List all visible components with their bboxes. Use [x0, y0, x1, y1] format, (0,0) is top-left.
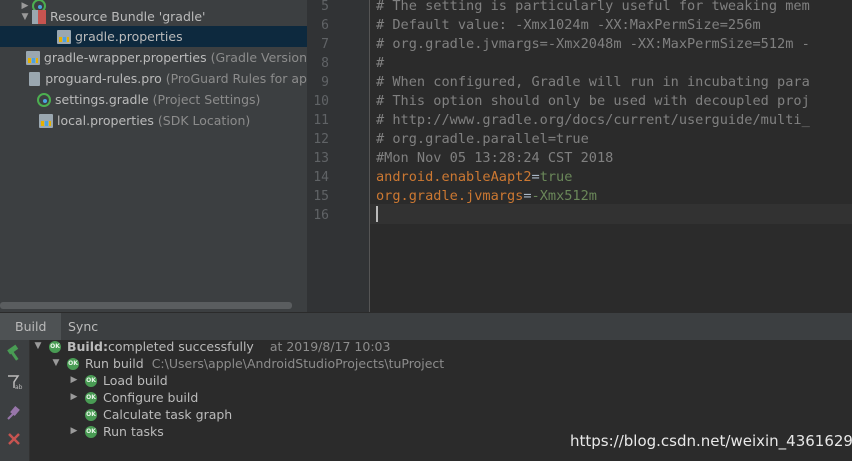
- svg-text:ab: ab: [15, 384, 23, 391]
- build-tree-row-run-tasks[interactable]: ▶ OK Run tasks: [67, 423, 164, 440]
- line-number: 5: [321, 0, 329, 14]
- build-status-label: Build:: [67, 339, 108, 354]
- line-number: 12: [313, 132, 329, 147]
- tree-item-label: settings.gradle: [55, 92, 149, 107]
- project-path: C:\Users\apple\AndroidStudioProjects\tuP…: [151, 356, 445, 371]
- code-line: # Default value: -Xmx1024m -XX:MaxPermSi…: [376, 17, 761, 33]
- build-status-text: completed successfully: [107, 339, 254, 354]
- close-icon[interactable]: [4, 430, 24, 450]
- success-icon: OK: [49, 340, 61, 353]
- build-step-label: Configure build: [103, 390, 199, 405]
- tree-item-label: proguard-rules.pro: [45, 71, 162, 86]
- current-line-highlight: [370, 204, 852, 224]
- chevron-right-icon[interactable]: ▶: [67, 372, 81, 389]
- tree-item-hint: (ProGuard Rules for ap: [165, 71, 307, 86]
- line-number: 7: [321, 37, 329, 52]
- watermark-text: https://blog.csdn.net/weixin_43616292: [570, 432, 852, 450]
- line-number: 11: [313, 113, 329, 128]
- property-value: -Xmx512m: [531, 188, 597, 204]
- build-tree-row-configure-build[interactable]: ▶ OK Configure build: [67, 389, 199, 406]
- build-timestamp: at 2019/8/17 10:03: [269, 339, 391, 354]
- hammer-icon[interactable]: [4, 344, 24, 364]
- build-tree-row-load-build[interactable]: ▶ OK Load build: [67, 372, 168, 389]
- success-icon: OK: [85, 408, 97, 421]
- pin-icon[interactable]: [4, 404, 24, 424]
- tree-item-resource-bundle[interactable]: ▼ Resource Bundle 'gradle': [0, 6, 307, 27]
- line-number: 10: [313, 94, 329, 109]
- tree-item-hint: (SDK Location): [157, 113, 251, 128]
- text-file-icon: [29, 71, 41, 86]
- property-key: android.enableAapt2: [376, 169, 532, 185]
- property-value: true: [539, 169, 573, 185]
- code-line-property: org.gradle.jvmargs=-Xmx512m: [376, 187, 597, 206]
- code-line: # When configured, Gradle will run in in…: [376, 74, 810, 90]
- build-step-label: Run build: [85, 356, 144, 371]
- project-tree-panel: ▶ ▼ Resource Bundle 'gradle' gradle.prop…: [0, 0, 307, 312]
- build-tree-row-build[interactable]: ▼ OK Build: completed successfully at 20…: [31, 338, 391, 355]
- tree-item-proguard-rules[interactable]: proguard-rules.pro (ProGuard Rules for a…: [0, 68, 307, 89]
- code-line: # org.gradle.jvmargs=-Xmx2048m -XX:MaxPe…: [376, 36, 810, 52]
- line-number: 16: [313, 208, 329, 223]
- property-key: org.gradle.jvmargs: [376, 188, 524, 204]
- build-tree-row-run-build[interactable]: ▼ OK Run build C:\Users\apple\AndroidStu…: [49, 355, 445, 372]
- success-icon: OK: [85, 391, 97, 404]
- tree-item-hint: (Gradle Version: [210, 50, 307, 65]
- text-caret: [376, 206, 378, 222]
- line-number: 8: [321, 56, 329, 71]
- tab-sync[interactable]: Sync: [53, 313, 113, 340]
- success-icon: OK: [67, 357, 79, 370]
- horizontal-scrollbar[interactable]: [0, 302, 292, 309]
- code-line: #Mon Nov 05 13:28:24 CST 2018: [376, 150, 614, 166]
- chevron-down-icon[interactable]: ▼: [31, 338, 45, 355]
- chevron-right-icon[interactable]: ▶: [67, 423, 81, 440]
- properties-file-icon: [25, 50, 40, 65]
- chevron-down-icon[interactable]: ▼: [18, 12, 32, 22]
- tree-item-hint: (Project Settings): [152, 92, 261, 107]
- tree-item-label: Resource Bundle 'gradle': [50, 9, 206, 24]
- code-line: #: [376, 55, 385, 71]
- property-equals: =: [523, 188, 532, 204]
- build-step-label: Load build: [103, 373, 168, 388]
- properties-file-icon: [57, 29, 71, 44]
- property-equals: =: [531, 169, 540, 185]
- line-number: 6: [321, 18, 329, 33]
- code-line: # This option should only be used with d…: [376, 93, 810, 109]
- code-line: # http://www.gradle.org/docs/current/use…: [376, 112, 810, 128]
- build-step-label: Run tasks: [103, 424, 164, 439]
- tree-item-local-properties[interactable]: local.properties (SDK Location): [0, 110, 307, 131]
- line-number: 14: [313, 170, 329, 185]
- resource-bundle-icon: [32, 9, 46, 24]
- properties-file-icon: [39, 113, 53, 128]
- line-number: 15: [313, 189, 329, 204]
- tree-item-label: local.properties: [57, 113, 154, 128]
- tree-item-settings-gradle[interactable]: settings.gradle (Project Settings): [0, 89, 307, 110]
- filter-icon[interactable]: ab: [4, 373, 24, 393]
- code-line: # The setting is particularly useful for…: [376, 0, 810, 14]
- build-step-label: Calculate task graph: [103, 407, 233, 422]
- tree-item-label: gradle.properties: [75, 29, 183, 44]
- tree-item-gradle-wrapper-properties[interactable]: gradle-wrapper.properties (Gradle Versio…: [0, 47, 307, 68]
- gradle-settings-icon: [37, 92, 51, 107]
- build-toolbar: ab: [0, 340, 30, 461]
- code-line-property: android.enableAapt2=true: [376, 168, 572, 187]
- success-icon: OK: [85, 425, 97, 438]
- success-icon: OK: [85, 374, 97, 387]
- tree-item-gradle-properties[interactable]: gradle.properties: [0, 26, 307, 47]
- code-line: # org.gradle.parallel=true: [376, 131, 589, 147]
- chevron-right-icon[interactable]: ▶: [67, 389, 81, 406]
- line-number: 13: [313, 151, 329, 166]
- tool-window-tabbar: Build Sync: [0, 312, 852, 340]
- line-number: 9: [321, 75, 329, 90]
- build-tree-row-calculate-task-graph[interactable]: OK Calculate task graph: [67, 406, 232, 423]
- chevron-down-icon[interactable]: ▼: [49, 355, 63, 372]
- tree-item-label: gradle-wrapper.properties: [43, 50, 207, 65]
